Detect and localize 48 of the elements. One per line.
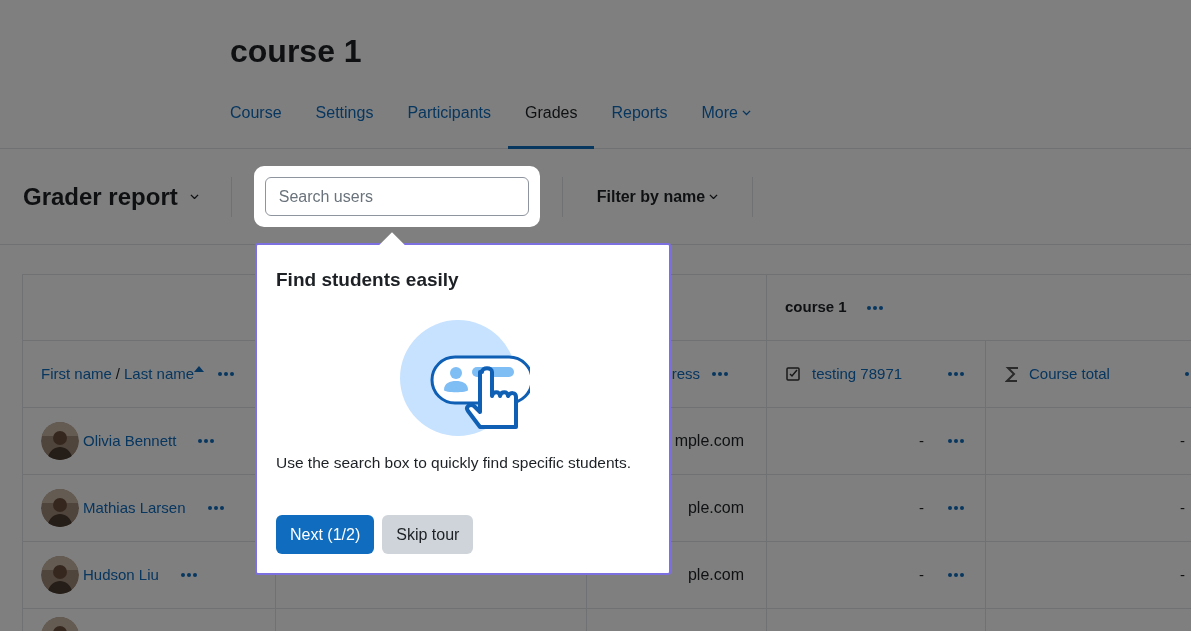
nav-tab[interactable]: Course: [213, 92, 299, 149]
caret-icon: [741, 110, 751, 116]
more-icon[interactable]: [948, 506, 964, 510]
course-title: course 1: [230, 32, 363, 71]
nav-tab[interactable]: Settings: [298, 92, 391, 149]
checkbox-icon: [786, 367, 800, 381]
tour-title: Find students easily: [276, 268, 460, 292]
more-icon[interactable]: [198, 439, 215, 443]
student-name-link[interactable]: Mathias Larsen: [83, 496, 186, 520]
grade-value: -: [919, 497, 924, 518]
group-header: course 1: [785, 297, 847, 318]
search-field[interactable]: Search users: [264, 177, 529, 216]
nav-tab[interactable]: Participants: [390, 92, 508, 149]
caret-icon: [189, 193, 199, 200]
email-column-link[interactable]: ress: [671, 362, 700, 386]
grade-value: -: [919, 564, 924, 585]
separator: /: [115, 363, 121, 384]
more-icon[interactable]: [218, 372, 235, 376]
more-icon[interactable]: [948, 573, 964, 577]
filter-by-name-button[interactable]: Filter by name: [596, 184, 706, 209]
more-icon[interactable]: [948, 372, 964, 376]
more-icon[interactable]: [948, 439, 964, 443]
email-text: mple.com: [674, 431, 744, 451]
student-name-link[interactable]: Olivia Bennett: [83, 429, 177, 453]
nav-tab[interactable]: Grades: [508, 92, 595, 149]
email-text: ple.com: [687, 498, 744, 518]
skip-tour-button[interactable]: Skip tour: [382, 515, 474, 554]
nav-tab[interactable]: Reports: [594, 92, 685, 149]
email-text: ple.com: [687, 565, 744, 585]
total-value: -: [1180, 497, 1185, 518]
tour-text: Use the search box to quickly find specific students.: [276, 453, 632, 473]
next-button[interactable]: Next (1/2): [276, 515, 375, 554]
first-name-link[interactable]: First name: [41, 362, 112, 386]
more-icon[interactable]: [180, 573, 197, 577]
caret-icon: [709, 193, 719, 200]
grade-value: -: [919, 430, 924, 451]
more-icon[interactable]: [712, 372, 728, 376]
sigma-icon: [1005, 366, 1019, 382]
report-selector[interactable]: Grader report: [23, 178, 178, 215]
more-icon[interactable]: [207, 506, 224, 510]
nav-tab[interactable]: More: [684, 92, 768, 149]
grade-item-link[interactable]: testing 78971: [812, 362, 903, 386]
course-total-link[interactable]: Course total: [1029, 362, 1110, 386]
more-icon[interactable]: [866, 305, 883, 310]
total-value: -: [1180, 564, 1185, 585]
student-name-link[interactable]: Hudson Liu: [83, 563, 159, 587]
last-name-link[interactable]: Last name: [124, 362, 195, 386]
total-value: -: [1180, 430, 1185, 451]
